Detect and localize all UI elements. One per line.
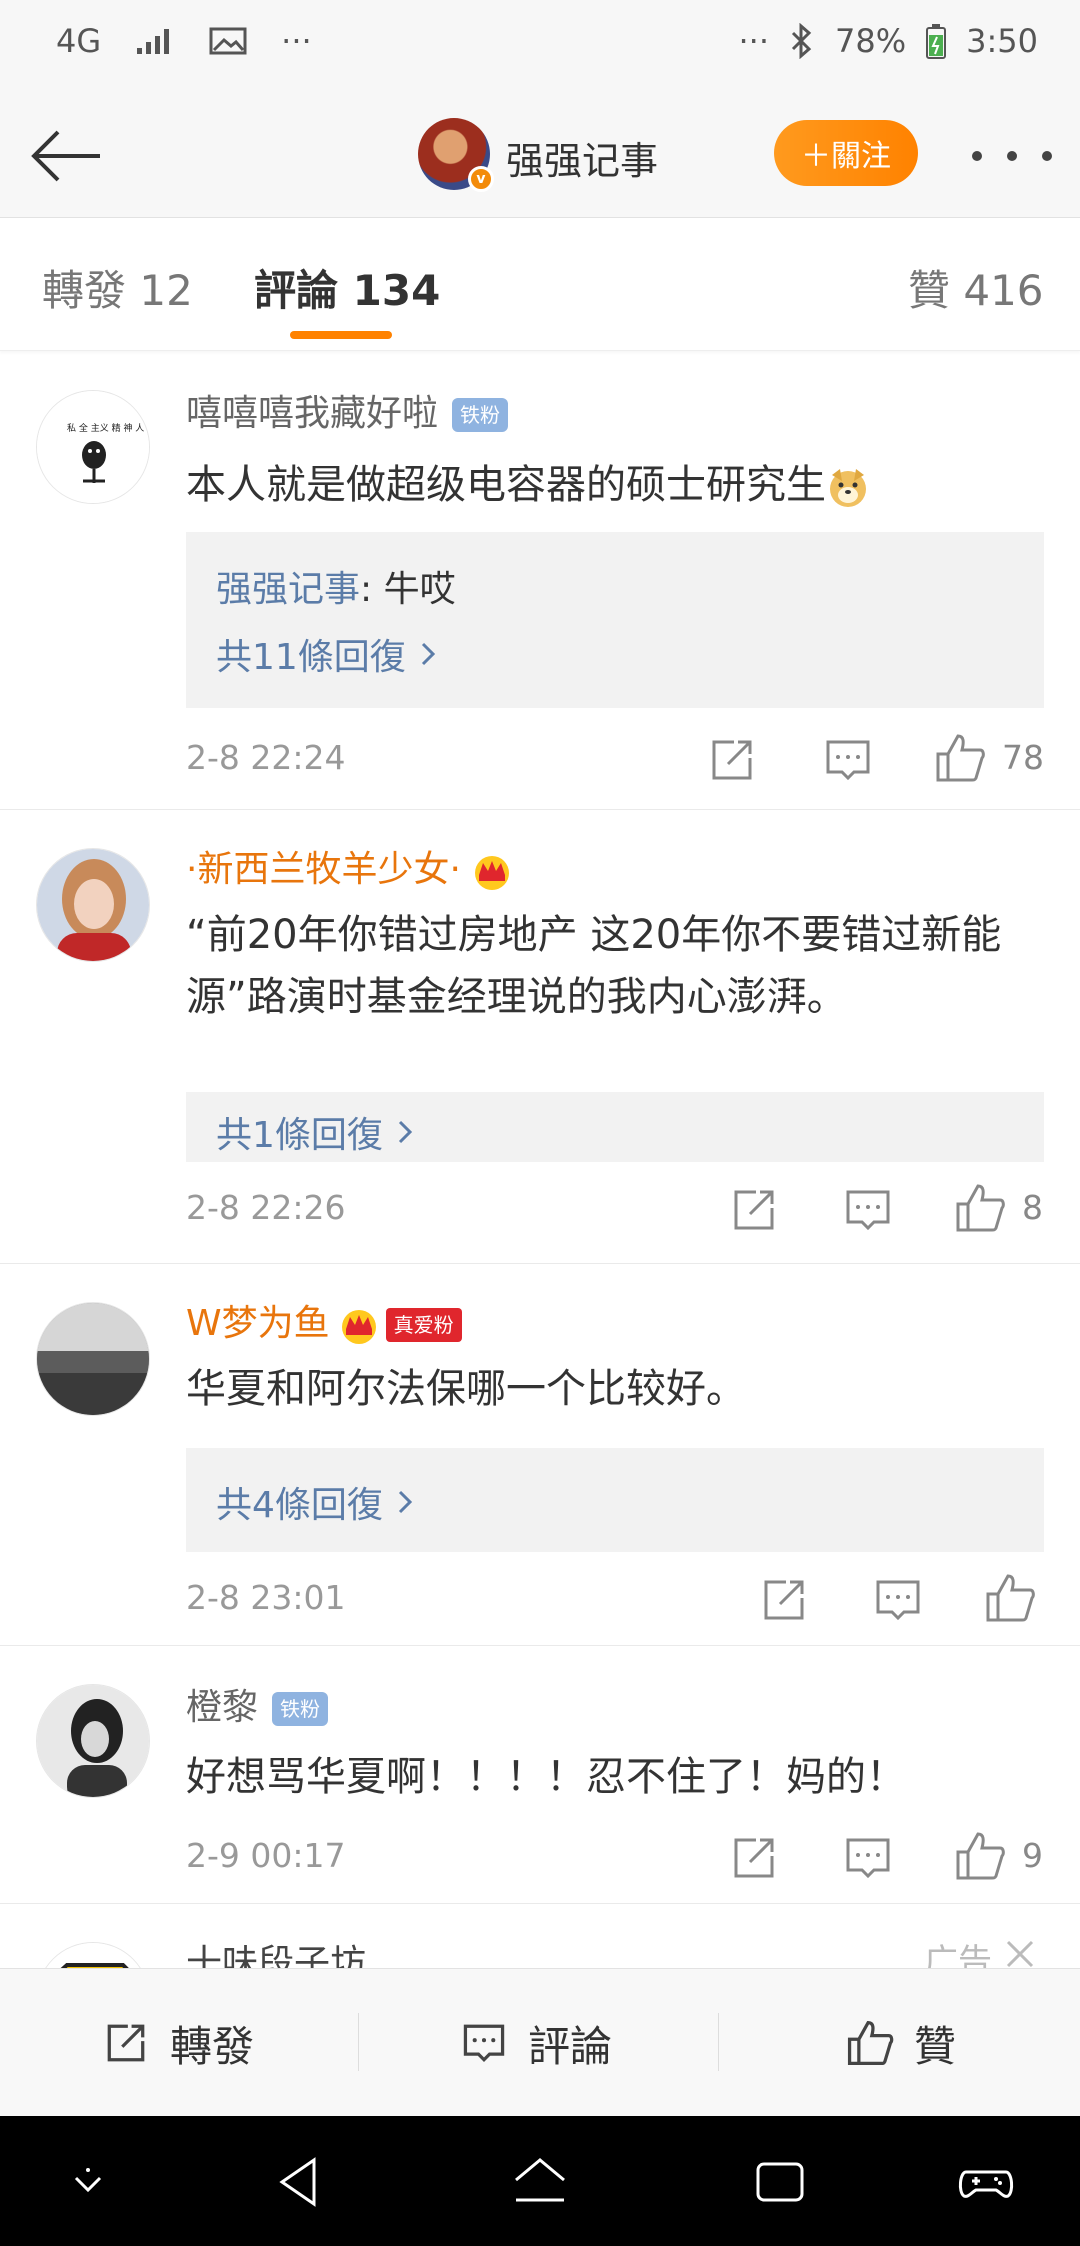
svg-text:私 全 主义 精 神 人: 私 全 主义 精 神 人 (67, 422, 144, 434)
commenter-name[interactable]: ·新西兰牧羊少女· (186, 840, 515, 892)
true-fan-badge: 真爱粉 (385, 1308, 462, 1342)
commenter-name[interactable]: W梦为鱼 真爱粉 (186, 1294, 462, 1346)
like-icon[interactable] (952, 1180, 1008, 1236)
share-icon[interactable] (704, 732, 760, 788)
comment-icon[interactable] (840, 1182, 896, 1238)
close-icon[interactable] (1000, 1934, 1040, 1968)
back-button[interactable] (26, 116, 106, 196)
vip-crown-icon (341, 1310, 376, 1344)
like-count: 9 (1022, 1836, 1043, 1875)
comment-button[interactable]: 評論 (458, 1969, 612, 2117)
comment-icon[interactable] (870, 1572, 926, 1628)
comment-time: 2-8 23:01 (186, 1578, 346, 1617)
reply-preview[interactable]: 共1條回復 (186, 1092, 1044, 1162)
doge-emoji-icon (826, 465, 870, 509)
more-options-button[interactable] (972, 136, 1052, 176)
tab-likes[interactable]: 贊 416 (908, 257, 1044, 318)
game-controller-icon[interactable] (956, 2152, 1016, 2212)
verified-badge-icon: v (468, 166, 494, 192)
commenter-avatar[interactable] (36, 1684, 150, 1798)
iron-fan-badge: 铁粉 (272, 1692, 329, 1726)
chevron-right-icon (398, 1490, 413, 1514)
like-icon[interactable] (932, 730, 988, 786)
view-replies-link[interactable]: 共11條回復 (216, 628, 438, 680)
dot-icon (972, 151, 982, 161)
comment-icon (463, 2024, 505, 2063)
comment-item: ·新西兰牧羊少女· “前20年你错过房地产 这20年你不要错过新能源”路演时基金… (0, 810, 1080, 1264)
chevron-right-icon (398, 1120, 413, 1144)
home-nav-icon[interactable] (510, 2152, 570, 2212)
commenter-avatar[interactable] (36, 848, 150, 962)
comment-list: 私 全 主义 精 神 人 嘻嘻嘻我藏好啦铁粉 本人就是做超级电容器的硕士研究生 (0, 352, 1080, 1968)
system-nav-bar (0, 2116, 1080, 2246)
status-more: ··· (738, 22, 770, 60)
bluetooth-icon (791, 23, 812, 59)
commenter-avatar[interactable] (36, 1302, 150, 1416)
tab-repost[interactable]: 轉發 12 (42, 257, 193, 318)
reply-preview[interactable]: 强强记事: 牛哎 共11條回復 (186, 532, 1044, 708)
comment-time: 2-8 22:26 (186, 1188, 346, 1227)
comment-icon[interactable] (820, 732, 876, 788)
comment-text: 本人就是做超级电容器的硕士研究生 (186, 454, 1046, 516)
comment-item: 私 全 主义 精 神 人 嘻嘻嘻我藏好啦铁粉 本人就是做超级电容器的硕士研究生 (0, 352, 1080, 810)
view-replies-link[interactable]: 共1條回復 (216, 1106, 415, 1158)
active-tab-indicator (290, 331, 392, 339)
vip-crown-icon (474, 856, 509, 890)
share-icon (107, 2024, 145, 2062)
back-arrow-icon (31, 130, 100, 182)
status-bar: 4G ··· ··· 78% 3:50 (0, 0, 1080, 90)
comment-time: 2-9 00:17 (186, 1836, 346, 1875)
notification-more: ··· (281, 22, 312, 60)
comment-item: 橙黎 铁粉 好想骂华夏啊！！！！忍不住了！妈的！ 2-9 00:17 9 (0, 1646, 1080, 1904)
ad-item[interactable]: 十味段子坊 广告 (0, 1904, 1080, 1968)
like-button[interactable]: 贊 (844, 1969, 956, 2117)
dot-icon (1007, 151, 1017, 161)
commenter-name[interactable]: 橙黎 铁粉 (186, 1678, 329, 1730)
comment-text: “前20年你错过房地产 这20年你不要错过新能源”路演时基金经理说的我内心澎湃。 (186, 912, 1002, 1020)
ad-label: 广告 (924, 1942, 992, 1968)
network-indicator: 4G (56, 22, 102, 60)
advertiser-name[interactable]: 十味段子坊 (186, 1934, 366, 1968)
share-icon[interactable] (726, 1182, 782, 1238)
comment-time: 2-8 22:24 (186, 738, 346, 777)
tab-bar: 轉發 12 評論 134 贊 416 (0, 219, 1080, 351)
comment-text: 好想骂华夏啊！！！！忍不住了！妈的！ (186, 1754, 906, 1800)
share-icon[interactable] (726, 1830, 782, 1886)
advertiser-avatar[interactable] (36, 1942, 150, 1968)
divider (358, 2013, 359, 2071)
header: v 强强记事 ＋關注 (0, 90, 1080, 218)
commenter-name[interactable]: 嘻嘻嘻我藏好啦 铁粉 (186, 384, 509, 436)
clock: 3:50 (966, 22, 1038, 60)
back-nav-icon[interactable] (270, 2152, 330, 2212)
dot-icon (1042, 151, 1052, 161)
tab-comments[interactable]: 評論 134 (254, 257, 440, 318)
follow-button[interactable]: ＋關注 (774, 120, 918, 186)
like-icon (847, 2020, 894, 2066)
like-icon[interactable] (952, 1828, 1008, 1884)
like-icon[interactable] (982, 1570, 1038, 1626)
share-icon[interactable] (756, 1572, 812, 1628)
like-count: 8 (1022, 1188, 1043, 1227)
page-title[interactable]: 强强记事 (506, 130, 658, 185)
recents-nav-icon[interactable] (750, 2152, 810, 2212)
signal-icon (137, 29, 170, 54)
comment-icon[interactable] (840, 1830, 896, 1886)
comment-item: W梦为鱼 真爱粉 华夏和阿尔法保哪一个比较好。 共4條回復 2-8 23:01 (0, 1264, 1080, 1646)
divider (718, 2013, 719, 2071)
iron-fan-badge: 铁粉 (452, 398, 509, 432)
reply-snippet[interactable]: 强强记事: 牛哎 (216, 560, 456, 612)
hide-nav-icon[interactable] (58, 2152, 118, 2212)
battery-percent: 78% (835, 22, 907, 60)
commenter-avatar[interactable]: 私 全 主义 精 神 人 (36, 390, 150, 504)
reply-author[interactable]: 强强记事 (216, 569, 360, 610)
gallery-icon (209, 27, 247, 55)
battery-icon (926, 24, 947, 59)
like-count: 78 (1002, 738, 1044, 777)
bottom-action-bar: 轉發 評論 贊 (0, 1968, 1080, 2116)
chevron-right-icon (421, 642, 435, 666)
repost-button[interactable]: 轉發 (100, 1969, 254, 2117)
reply-preview[interactable]: 共4條回復 (186, 1448, 1044, 1552)
comment-text: 华夏和阿尔法保哪一个比较好。 (186, 1366, 746, 1412)
view-replies-link[interactable]: 共4條回復 (216, 1476, 415, 1528)
